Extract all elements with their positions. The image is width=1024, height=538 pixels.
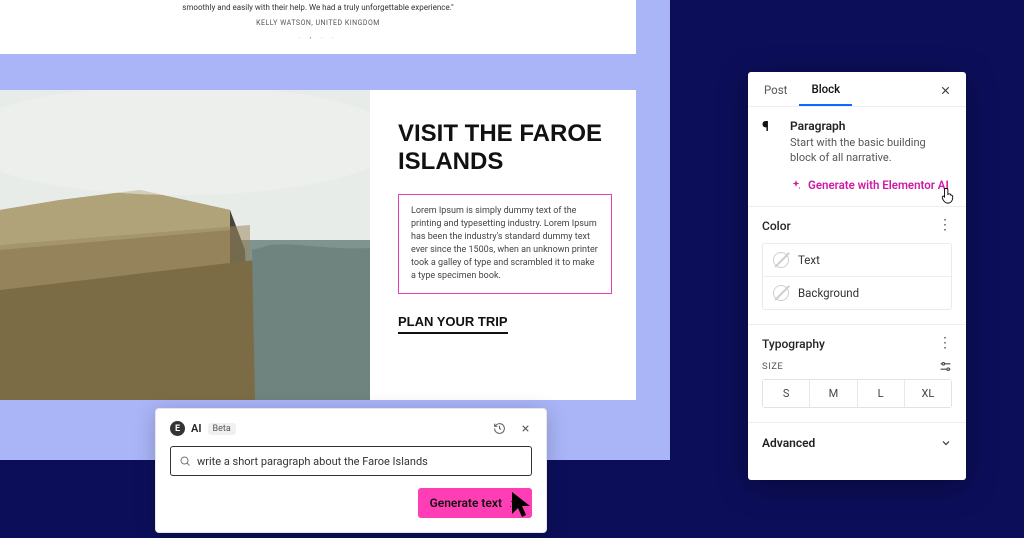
beta-badge: Beta	[208, 423, 236, 435]
sparkle-icon	[790, 179, 802, 191]
block-name: Paragraph	[790, 119, 952, 133]
ai-prompt-input[interactable]	[197, 455, 523, 468]
inspector-tabs: Post Block	[748, 72, 966, 107]
hero-section: Visit the Faroe Islands Lorem Ipsum is s…	[0, 90, 636, 400]
color-options-list: Text Background	[762, 243, 952, 310]
color-section: Color ⋮ Text Background	[748, 207, 966, 325]
chevron-down-icon	[940, 437, 952, 449]
tab-post[interactable]: Post	[752, 73, 799, 105]
ai-prompt-popup: E AI Beta Generate text	[155, 408, 547, 533]
tab-block[interactable]: Block	[799, 72, 852, 106]
size-label: Size	[762, 361, 783, 372]
generate-with-ai-link[interactable]: Generate with Elementor AI	[790, 178, 952, 192]
size-option-m[interactable]: M	[809, 380, 856, 407]
mouse-cursor-icon	[510, 490, 536, 520]
hero-title: Visit the Faroe Islands	[398, 120, 612, 176]
typography-section: Typography ⋮ Size S M L XL	[748, 325, 966, 423]
carousel-dots[interactable]: · • · ·	[0, 35, 636, 42]
close-icon[interactable]	[518, 422, 532, 436]
typography-section-title: Typography	[762, 337, 825, 351]
block-identity-section: ¶ Paragraph Start with the basic buildin…	[748, 107, 966, 207]
color-option-label: Text	[798, 253, 820, 267]
paragraph-icon: ¶	[762, 119, 780, 166]
testimonial-author: Kelly Watson, United Kingdom	[0, 19, 636, 27]
advanced-section-title: Advanced	[762, 436, 940, 450]
panel-close-icon[interactable]	[933, 74, 962, 105]
size-segmented-control: S M L XL	[762, 379, 952, 408]
color-option-label: Background	[798, 286, 859, 300]
ai-prompt-field[interactable]	[170, 446, 532, 476]
testimonial-card: smoothly and easily with their help. We …	[0, 0, 636, 54]
typography-section-menu-icon[interactable]: ⋮	[938, 340, 952, 347]
color-section-menu-icon[interactable]: ⋮	[938, 222, 952, 229]
block-description: Start with the basic building block of a…	[790, 136, 952, 166]
cliff-photo	[0, 90, 370, 400]
hero-image	[0, 90, 370, 400]
size-option-s[interactable]: S	[763, 380, 809, 407]
hero-lorem: Lorem Ipsum is simply dummy text of the …	[411, 205, 599, 283]
color-section-title: Color	[762, 219, 791, 233]
ai-link-label: Generate with Elementor AI	[808, 178, 949, 192]
size-option-xl[interactable]: XL	[904, 380, 951, 407]
hand-cursor-icon	[940, 186, 958, 206]
block-inspector-panel: Post Block ¶ Paragraph Start with the ba…	[748, 72, 966, 480]
empty-swatch-icon	[773, 252, 789, 268]
color-option-background[interactable]: Background	[763, 276, 951, 309]
sliders-icon[interactable]	[939, 361, 952, 372]
size-option-l[interactable]: L	[857, 380, 904, 407]
generate-text-label: Generate text	[430, 496, 502, 510]
hero-copy: Visit the Faroe Islands Lorem Ipsum is s…	[370, 90, 636, 400]
selected-paragraph[interactable]: Lorem Ipsum is simply dummy text of the …	[398, 194, 612, 294]
color-option-text[interactable]: Text	[763, 244, 951, 276]
elementor-logo-icon: E	[170, 421, 185, 436]
ai-popup-title: AI	[191, 422, 202, 435]
history-icon[interactable]	[492, 422, 506, 436]
search-icon	[179, 455, 191, 467]
plan-trip-link[interactable]: Plan Your Trip	[398, 314, 508, 334]
advanced-section-toggle[interactable]: Advanced	[748, 423, 966, 463]
ai-popup-header: E AI Beta	[170, 421, 532, 436]
empty-swatch-icon	[773, 285, 789, 301]
testimonial-quote: smoothly and easily with their help. We …	[0, 2, 636, 13]
